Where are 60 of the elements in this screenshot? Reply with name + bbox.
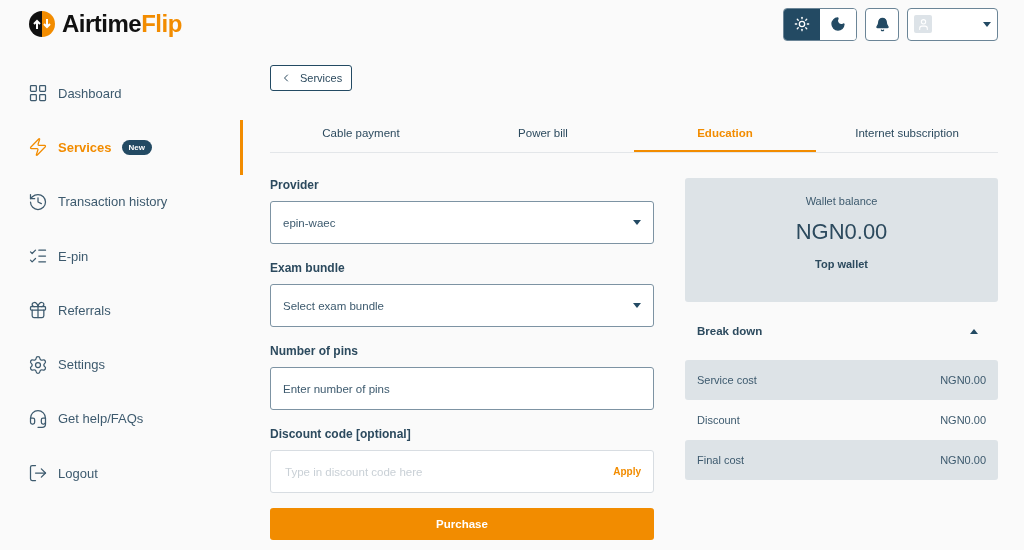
caret-icon xyxy=(633,303,641,308)
avatar-icon xyxy=(914,15,932,33)
back-button[interactable]: Services xyxy=(270,65,353,91)
tab[interactable]: Internet subscription xyxy=(816,115,998,152)
sidebar-label: Logout xyxy=(58,465,98,481)
sidebar-item[interactable]: Transaction history xyxy=(0,174,243,229)
sidebar-item[interactable]: Get help/FAQs xyxy=(0,391,243,447)
sun-button[interactable] xyxy=(784,8,820,40)
row-label: Service cost xyxy=(697,374,757,386)
moon-icon xyxy=(830,16,846,32)
row-value: NGN0.00 xyxy=(940,454,986,466)
sidebar-label: Get help/FAQs xyxy=(58,411,144,427)
caret-icon xyxy=(633,220,641,225)
notification-button[interactable] xyxy=(865,7,899,41)
breakdown-toggle[interactable]: Break down xyxy=(685,302,998,360)
select-field[interactable]: Select exam bundle xyxy=(270,284,654,327)
bell-icon xyxy=(874,16,890,32)
sidebar-item[interactable]: Services New xyxy=(0,120,243,175)
tab[interactable]: Power bill xyxy=(452,115,634,152)
field-label: Number of pins xyxy=(270,344,359,358)
gift-icon xyxy=(28,300,48,321)
top-wallet-button[interactable]: Top wallet xyxy=(809,257,874,271)
headset-icon xyxy=(28,408,48,429)
settings-icon xyxy=(28,354,48,375)
field-label: Exam bundle xyxy=(270,261,346,275)
input-field[interactable]: Enter number of pins xyxy=(270,367,654,410)
field-label: Provider xyxy=(270,178,320,192)
user-menu-button[interactable] xyxy=(907,7,998,41)
sidebar-label: Transaction history xyxy=(58,194,168,210)
sidebar-label: Services xyxy=(58,139,112,155)
lightning-icon xyxy=(28,137,48,158)
moon-button[interactable] xyxy=(820,8,856,40)
sidebar-label: Dashboard xyxy=(58,85,122,101)
sun-icon xyxy=(794,16,810,32)
row-label: Final cost xyxy=(697,454,745,466)
history-icon xyxy=(28,191,48,212)
tab[interactable]: Cable payment xyxy=(270,115,452,152)
field-label: Discount code [optional] xyxy=(270,427,412,441)
sidebar-item[interactable]: Settings xyxy=(0,337,243,392)
grid-icon xyxy=(28,83,48,104)
sidebar-item[interactable]: Referrals xyxy=(0,283,243,338)
row-value: NGN0.00 xyxy=(940,414,986,426)
wallet-amount: NGN0.00 xyxy=(795,219,888,245)
row-label: Discount xyxy=(697,414,740,426)
new-badge: New xyxy=(121,139,152,155)
row-value: NGN0.00 xyxy=(940,374,986,386)
caret-icon xyxy=(983,21,991,27)
logo-text: Airtime xyxy=(62,10,142,38)
sidebar-label: Referrals xyxy=(58,302,111,318)
logo-text: Flip xyxy=(141,10,182,38)
logo-icon xyxy=(28,10,56,38)
wallet-title: Wallet balance xyxy=(805,195,878,207)
select-field[interactable]: epin-waec xyxy=(270,201,654,244)
sidebar-label: E-pin xyxy=(58,248,89,264)
sidebar-label: Settings xyxy=(58,357,105,373)
sidebar-item[interactable]: Logout xyxy=(0,446,243,501)
sidebar-item[interactable]: E-pin xyxy=(0,228,243,284)
caret-icon xyxy=(970,328,978,334)
logout-icon xyxy=(28,463,48,484)
sidebar-item[interactable]: Dashboard xyxy=(0,66,243,121)
